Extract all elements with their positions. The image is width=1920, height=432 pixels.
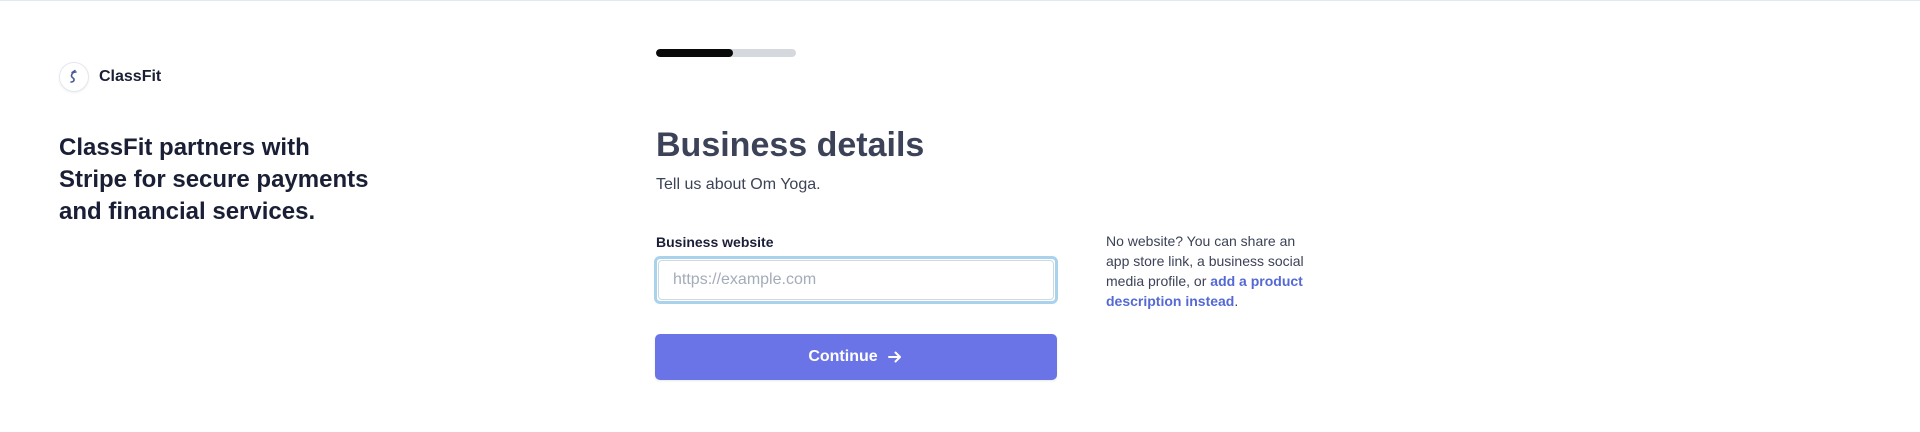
business-website-input[interactable]: [658, 260, 1054, 300]
business-website-focus-ring: [654, 256, 1058, 304]
brand-name: ClassFit: [99, 68, 162, 85]
business-website-label: Business website: [656, 234, 774, 250]
progress-bar: [656, 49, 796, 57]
brand: ClassFit: [59, 62, 161, 92]
continue-button[interactable]: Continue: [655, 334, 1057, 380]
page-subtitle: Tell us about Om Yoga.: [656, 176, 821, 193]
website-help-text: No website? You can share an app store l…: [1106, 231, 1316, 311]
page: ClassFit ClassFit partners with Stripe f…: [0, 0, 1920, 432]
page-title: Business details: [656, 126, 925, 164]
continue-button-label: Continue: [808, 348, 878, 365]
arrow-right-icon: [886, 348, 904, 366]
classfit-logo-icon: [59, 62, 89, 92]
top-divider: [0, 0, 1920, 1]
progress-fill: [656, 49, 733, 57]
help-text-suffix: .: [1234, 293, 1239, 309]
partner-statement: ClassFit partners with Stripe for secure…: [59, 134, 369, 225]
